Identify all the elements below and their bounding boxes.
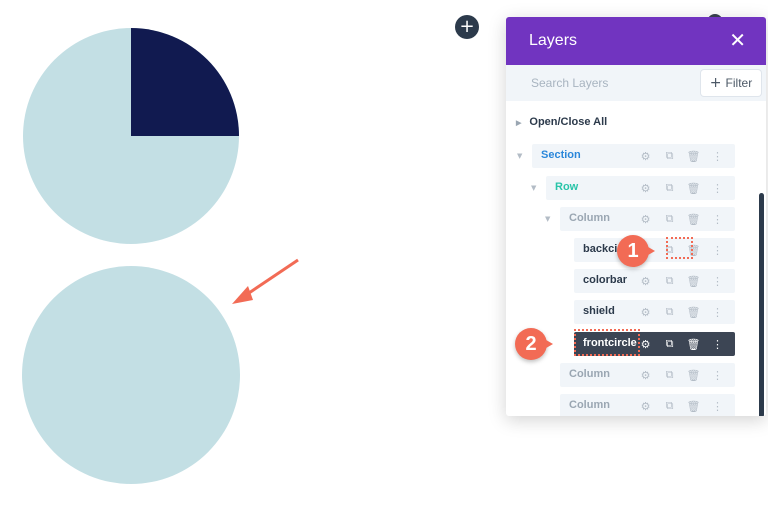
- layer-label: shield: [583, 305, 615, 317]
- duplicate-icon[interactable]: ⧉: [662, 368, 677, 382]
- chevron-down-icon[interactable]: ▼: [517, 152, 522, 160]
- layer-actions: ⚙ ⧉ 🗑 ⋮: [638, 367, 725, 383]
- gear-icon[interactable]: ⚙: [638, 400, 653, 413]
- highlight-duplicate-box: [666, 237, 693, 259]
- gear-icon[interactable]: ⚙: [638, 338, 653, 351]
- trash-icon[interactable]: 🗑: [686, 306, 701, 319]
- trash-icon[interactable]: 🗑: [686, 213, 701, 226]
- highlight-frontcircle-box: [574, 329, 640, 356]
- top-circle-quarter-fill: [131, 28, 239, 136]
- callout-pointer: [541, 337, 553, 351]
- filter-label: Filter: [725, 76, 753, 90]
- close-icon[interactable]: ✕: [729, 28, 746, 52]
- more-icon[interactable]: ⋮: [710, 338, 725, 351]
- layer-row-column[interactable]: Column ⚙ ⧉ 🗑 ⋮: [560, 207, 735, 231]
- layer-row-shield[interactable]: shield ⚙ ⧉ 🗑 ⋮: [574, 300, 735, 324]
- layer-actions: ⚙ ⧉ 🗑 ⋮: [638, 148, 725, 164]
- gear-icon[interactable]: ⚙: [638, 306, 653, 319]
- layer-row-section[interactable]: Section ⚙ ⧉ 🗑 ⋮: [532, 144, 735, 168]
- layers-panel-header: Layers ✕: [506, 17, 766, 65]
- layers-scrollbar[interactable]: [759, 193, 764, 416]
- more-icon[interactable]: ⋮: [710, 213, 725, 226]
- layer-label: backcir: [583, 243, 622, 255]
- more-icon[interactable]: ⋮: [710, 400, 725, 413]
- duplicate-icon[interactable]: ⧉: [662, 274, 677, 288]
- layer-row-column[interactable]: Column ⚙ ⧉ 🗑 ⋮: [560, 394, 735, 416]
- layer-label: Row: [555, 181, 579, 193]
- duplicate-icon[interactable]: ⧉: [662, 212, 677, 226]
- search-input[interactable]: [506, 65, 691, 101]
- duplicate-icon[interactable]: ⧉: [662, 399, 677, 413]
- more-icon[interactable]: ⋮: [710, 275, 725, 288]
- gear-icon[interactable]: ⚙: [638, 213, 653, 226]
- add-section-button[interactable]: +: [455, 15, 479, 39]
- gear-icon[interactable]: ⚙: [638, 182, 653, 195]
- layer-row-row[interactable]: Row ⚙ ⧉ 🗑 ⋮: [546, 176, 735, 200]
- layer-label: Column: [569, 368, 610, 380]
- layer-actions: ⚙ ⧉ 🗑 ⋮: [638, 336, 725, 352]
- more-icon[interactable]: ⋮: [710, 150, 725, 163]
- layer-actions: ⚙ ⧉ 🗑 ⋮: [638, 180, 725, 196]
- caret-right-icon: ▶: [516, 120, 522, 127]
- callout-1: 1: [617, 235, 655, 267]
- trash-icon[interactable]: 🗑: [686, 150, 701, 163]
- search-row: +Filter: [506, 65, 766, 101]
- layer-row-column[interactable]: Column ⚙ ⧉ 🗑 ⋮: [560, 363, 735, 387]
- open-close-label: Open/Close All: [529, 116, 608, 128]
- filter-button[interactable]: + Filter: [701, 70, 761, 96]
- trash-icon[interactable]: 🗑: [686, 182, 701, 195]
- layer-label: colorbar: [583, 274, 628, 286]
- chevron-down-icon[interactable]: ▼: [545, 215, 550, 223]
- more-icon[interactable]: ⋮: [710, 244, 725, 257]
- layer-row-colorbar[interactable]: colorbar ⚙ ⧉ 🗑 ⋮: [574, 269, 735, 293]
- layer-actions: ⚙ ⧉ 🗑 ⋮: [638, 211, 725, 227]
- more-icon[interactable]: ⋮: [710, 369, 725, 382]
- plus-icon: +: [709, 75, 722, 91]
- bottom-circle: [22, 266, 240, 484]
- trash-icon[interactable]: 🗑: [686, 275, 701, 288]
- open-close-all[interactable]: ▶ Open/Close All: [516, 116, 607, 128]
- layer-actions: ⚙ ⧉ 🗑 ⋮: [638, 398, 725, 414]
- layer-label: Column: [569, 212, 610, 224]
- more-icon[interactable]: ⋮: [710, 182, 725, 195]
- trash-icon[interactable]: 🗑: [686, 369, 701, 382]
- gear-icon[interactable]: ⚙: [638, 275, 653, 288]
- pointer-arrow-head: [232, 286, 253, 304]
- layer-label: Section: [541, 149, 581, 161]
- layer-actions: ⚙ ⧉ 🗑 ⋮: [638, 273, 725, 289]
- duplicate-icon[interactable]: ⧉: [662, 305, 677, 319]
- callout-2: 2: [515, 328, 553, 360]
- duplicate-icon[interactable]: ⧉: [662, 181, 677, 195]
- callout-pointer: [643, 244, 655, 258]
- duplicate-icon[interactable]: ⧉: [662, 337, 677, 351]
- gear-icon[interactable]: ⚙: [638, 369, 653, 382]
- duplicate-icon[interactable]: ⧉: [662, 149, 677, 163]
- more-icon[interactable]: ⋮: [710, 306, 725, 319]
- gear-icon[interactable]: ⚙: [638, 150, 653, 163]
- panel-title: Layers: [529, 32, 578, 49]
- chevron-down-icon[interactable]: ▼: [531, 184, 536, 192]
- trash-icon[interactable]: 🗑: [686, 400, 701, 413]
- layer-label: Column: [569, 399, 610, 411]
- layer-actions: ⚙ ⧉ 🗑 ⋮: [638, 304, 725, 320]
- trash-icon[interactable]: 🗑: [686, 338, 701, 351]
